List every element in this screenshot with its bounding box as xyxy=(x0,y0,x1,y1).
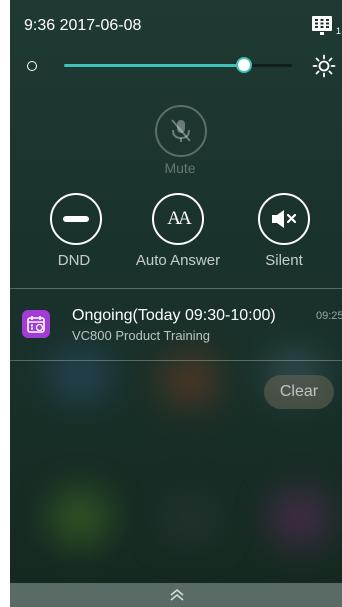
dnd-button[interactable] xyxy=(50,193,102,245)
mute-button[interactable] xyxy=(155,105,207,157)
blurred-app-4 xyxy=(50,490,110,545)
clear-button[interactable]: Clear xyxy=(264,375,334,409)
mic-off-icon xyxy=(171,119,191,142)
dnd-label: DND xyxy=(57,252,91,269)
notification-title: Ongoing(Today 09:30-10:00) xyxy=(72,307,276,324)
divider-bottom xyxy=(10,360,342,361)
notification-item[interactable]: Ongoing(Today 09:30-10:00) VC800 Product… xyxy=(10,288,342,360)
calendar-icon xyxy=(22,310,50,338)
status-icon-badge: 1 xyxy=(336,26,342,36)
blurred-app-2 xyxy=(160,355,220,405)
status-time-date: 9:36 2017-06-08 xyxy=(24,17,142,34)
phone-screen: 9:36 2017-06-08 1 Mute DND AA Auto Answe… xyxy=(10,0,342,607)
blurred-app-5 xyxy=(160,495,220,545)
auto-answer-icon: AA xyxy=(167,208,192,229)
collapse-bar[interactable] xyxy=(10,583,342,607)
keypad-icon xyxy=(312,16,332,35)
mute-label: Mute xyxy=(164,160,196,176)
auto-answer-button[interactable]: AA xyxy=(152,193,204,245)
chevron-up-icon xyxy=(170,589,184,601)
brightness-slider-fill xyxy=(64,64,245,67)
notification-time: 09:25 xyxy=(316,310,342,322)
speaker-mute-icon xyxy=(272,210,297,228)
minus-circle-icon xyxy=(63,216,89,222)
brightness-slider-thumb[interactable] xyxy=(236,57,253,73)
brightness-low-icon xyxy=(27,61,37,71)
silent-button[interactable] xyxy=(258,193,310,245)
auto-answer-label: Auto Answer xyxy=(135,252,221,269)
notification-subtitle: VC800 Product Training xyxy=(72,328,211,343)
silent-label: Silent xyxy=(265,252,303,269)
sun-icon[interactable] xyxy=(312,54,336,78)
brightness-slider[interactable] xyxy=(64,57,292,73)
blurred-app-6 xyxy=(270,490,330,545)
